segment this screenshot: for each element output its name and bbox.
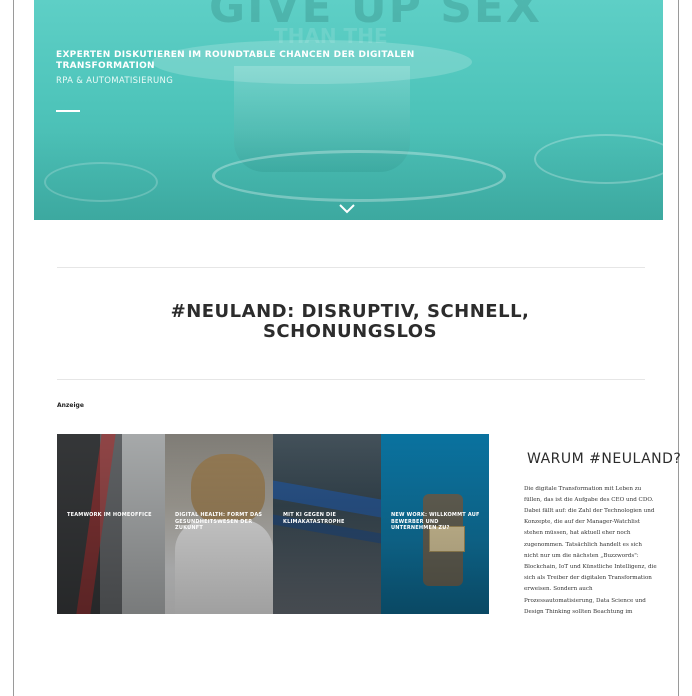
- ad-tile-ki-klima[interactable]: MIT KI GEGEN DIE KLIMAKATASTROPHE: [273, 434, 381, 614]
- ad-tiles: TEAMWORK IM HOMEOFFICE DIGITAL HEALTH: F…: [57, 434, 489, 614]
- ad-tile-label[interactable]: TEAMWORK IM HOMEOFFICE: [67, 512, 157, 519]
- chevron-down-icon[interactable]: [339, 204, 355, 214]
- ad-tile-label[interactable]: DIGITAL HEALTH: FORMT DAS GESUNDHEITSWES…: [175, 512, 265, 532]
- hero-banner[interactable]: GIVE UP SEX THAN THE EXPERTEN DISKUTIERE…: [34, 0, 663, 220]
- tile-shade: [57, 434, 165, 614]
- ad-tile-new-work[interactable]: NEW WORK: WILLKOMMT AUF BEWERBER UND UNT…: [381, 434, 489, 614]
- ad-tile-label[interactable]: MIT KI GEGEN DIE KLIMAKATASTROPHE: [283, 512, 373, 525]
- hero-pot-base-ring: [212, 150, 506, 202]
- hero-category[interactable]: RPA & AUTOMATISIERUNG: [56, 76, 173, 86]
- sidebar-text: Die digitale Transformation mit Leben zu…: [524, 485, 657, 615]
- sidebar-title: WARUM #NEULAND?: [527, 450, 682, 467]
- hero-stove-ring-left: [44, 162, 158, 202]
- hero-divider: [56, 110, 80, 112]
- ad-label: Anzeige: [57, 402, 84, 409]
- ad-tile-digital-health[interactable]: DIGITAL HEALTH: FORMT DAS GESUNDHEITSWES…: [165, 434, 273, 614]
- hero-headline[interactable]: EXPERTEN DISKUTIEREN IM ROUNDTABLE CHANC…: [56, 50, 476, 72]
- section-title: #NEULAND: DISRUPTIV, SCHNELL, SCHONUNGSL…: [170, 301, 530, 343]
- divider-bottom: [57, 379, 645, 380]
- ad-tile-label[interactable]: NEW WORK: WILLKOMMT AUF BEWERBER UND UNT…: [391, 512, 481, 532]
- ad-tile-teamwork[interactable]: TEAMWORK IM HOMEOFFICE: [57, 434, 165, 614]
- divider-top: [57, 267, 645, 268]
